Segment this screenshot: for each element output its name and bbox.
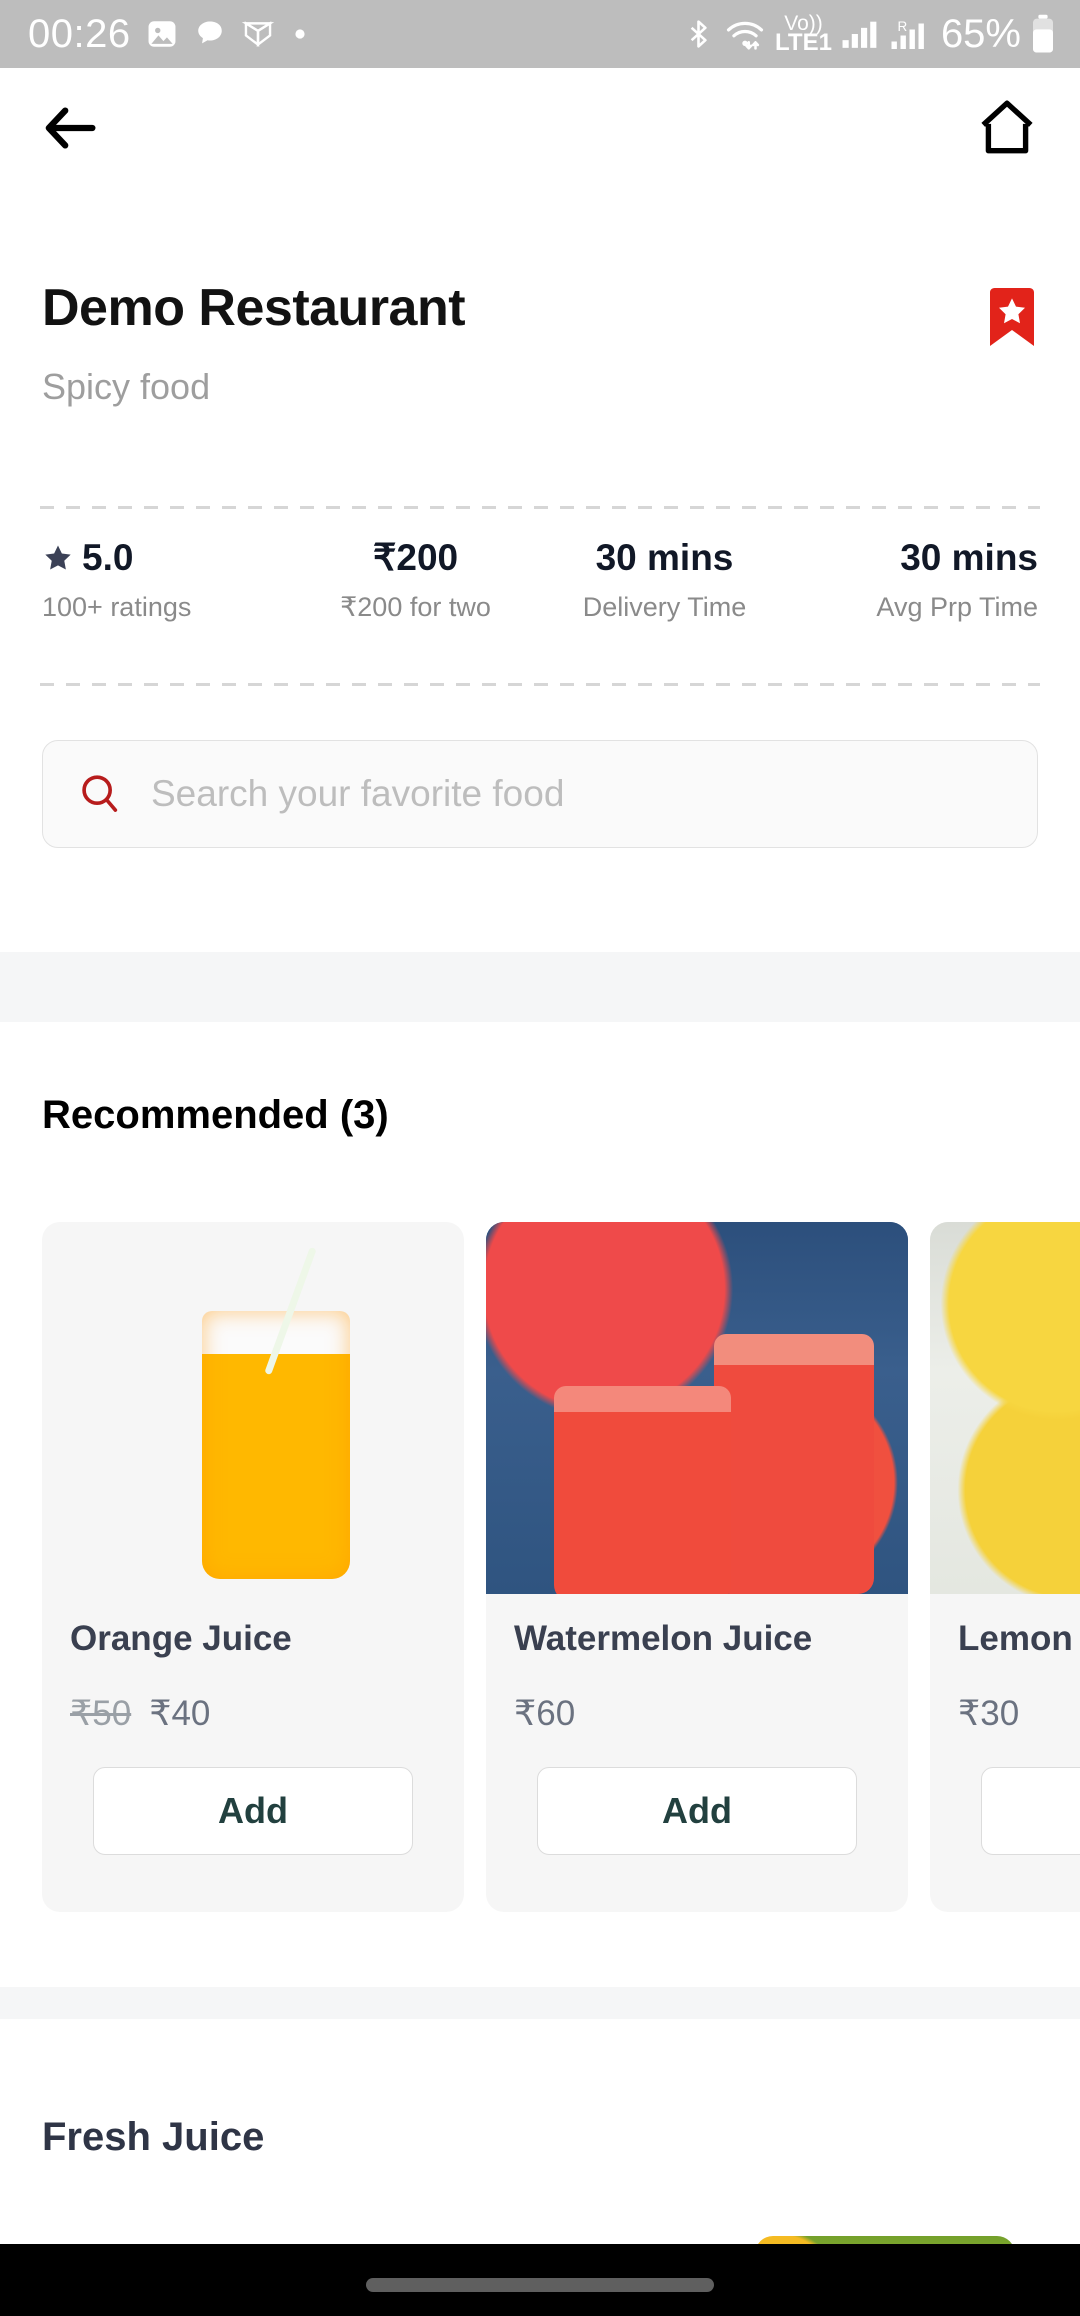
- battery-icon: [1030, 14, 1056, 54]
- product-price-row: ₹50 ₹40: [70, 1693, 436, 1734]
- system-navigation-bar: [0, 2244, 1080, 2316]
- section-divider-band-1: [0, 952, 1080, 1022]
- box-3d-icon: [241, 17, 275, 51]
- stat-cost-label: ₹200 for two: [340, 591, 491, 622]
- top-navigation: [0, 68, 1080, 188]
- add-to-cart-button[interactable]: Add: [93, 1767, 413, 1855]
- stat-prep-label: Avg Prp Time: [876, 591, 1038, 622]
- stat-prep-value: 30 mins: [900, 537, 1038, 578]
- add-to-cart-button[interactable]: Add: [537, 1767, 857, 1855]
- add-to-cart-button[interactable]: Add: [981, 1767, 1080, 1855]
- lemon-juice-photo: [930, 1222, 1080, 1594]
- recommended-section-title: Recommended (3): [42, 1093, 389, 1137]
- restaurant-subtitle: Spicy food: [42, 366, 211, 408]
- product-price-current: ₹40: [149, 1693, 211, 1733]
- divider-dashed-bottom: [40, 683, 1040, 686]
- stat-rating-value: 5.0: [82, 537, 134, 578]
- status-time: 00:26: [28, 12, 131, 56]
- product-card-body: Lemon Juice ₹30 Add: [930, 1594, 1080, 1912]
- product-card[interactable]: Orange Juice ₹50 ₹40 Add: [42, 1222, 464, 1912]
- product-name: Orange Juice: [70, 1619, 292, 1658]
- roaming-signal-icon: R: [890, 16, 932, 52]
- svg-text:R: R: [897, 19, 907, 34]
- title-text-group: Demo Restaurant Spicy food: [42, 279, 466, 408]
- restaurant-name: Demo Restaurant: [42, 279, 466, 337]
- status-bar-right: Vo)) LTE1 R 65%: [682, 12, 1056, 56]
- product-price-current: ₹30: [958, 1693, 1020, 1733]
- search-input[interactable]: Search your favorite food: [151, 773, 564, 815]
- battery-percent: 65%: [940, 12, 1021, 56]
- title-row: Demo Restaurant Spicy food: [42, 279, 1038, 408]
- orange-juice-photo: [42, 1222, 464, 1594]
- product-price-original: ₹50: [70, 1693, 132, 1733]
- stat-prep-time: 30 mins Avg Prp Time: [789, 537, 1038, 622]
- product-name: Lemon Juice: [958, 1619, 1080, 1658]
- search-icon: [77, 771, 123, 817]
- restaurant-stats: 5.0 100+ ratings ₹200 ₹200 for two 30 mi…: [0, 537, 1080, 622]
- home-icon[interactable]: [976, 99, 1038, 157]
- volte-icon: Vo)) LTE1: [775, 13, 832, 56]
- home-indicator[interactable]: [366, 2278, 714, 2292]
- product-card[interactable]: Watermelon Juice ₹60 Add: [486, 1222, 908, 1912]
- product-card-body: Watermelon Juice ₹60 Add: [486, 1594, 908, 1912]
- stat-delivery-time: 30 mins Delivery Time: [540, 537, 789, 622]
- bluetooth-icon: [682, 15, 715, 53]
- stat-delivery-label: Delivery Time: [582, 591, 747, 622]
- product-price-row: ₹30: [958, 1693, 1080, 1734]
- app-screen: 00:26 Vo)) LTE1 R 65% Demo Restaurant Sp…: [0, 0, 1080, 2316]
- restaurant-header: Demo Restaurant Spicy food: [0, 279, 1080, 408]
- stat-cost-value: ₹200: [372, 537, 459, 578]
- volte-bottom-label: LTE1: [775, 28, 832, 56]
- section-divider-band-2: [0, 1987, 1080, 2019]
- product-card-body: Orange Juice ₹50 ₹40 Add: [42, 1594, 464, 1912]
- status-bar: 00:26 Vo)) LTE1 R 65%: [0, 0, 1080, 68]
- fresh-juice-section-title: Fresh Juice: [42, 2115, 265, 2159]
- dot-icon: [289, 23, 311, 45]
- signal-bars-icon: [841, 17, 881, 51]
- stat-delivery-value: 30 mins: [595, 537, 734, 578]
- wifi-icon: [724, 15, 766, 53]
- recommended-product-rail[interactable]: Orange Juice ₹50 ₹40 Add Watermelon Juic…: [0, 1222, 1080, 1912]
- bookmark-star-icon[interactable]: [986, 286, 1038, 348]
- status-bar-left: 00:26: [28, 14, 682, 54]
- watermelon-juice-photo: [486, 1222, 908, 1594]
- product-price-current: ₹60: [514, 1693, 576, 1733]
- product-price-row: ₹60: [514, 1693, 880, 1734]
- divider-dashed-top: [40, 506, 1040, 509]
- stat-rating: 5.0 100+ ratings: [42, 537, 291, 622]
- chat-bubble-icon: [193, 17, 227, 51]
- product-name: Watermelon Juice: [514, 1619, 813, 1658]
- search-bar[interactable]: Search your favorite food: [42, 740, 1038, 848]
- star-icon: [42, 542, 74, 574]
- product-card[interactable]: Lemon Juice ₹30 Add: [930, 1222, 1080, 1912]
- stat-rating-value-row: 5.0: [42, 537, 134, 579]
- back-arrow-icon[interactable]: [42, 100, 104, 156]
- image-icon: [145, 17, 179, 51]
- stat-cost: ₹200 ₹200 for two: [291, 537, 540, 622]
- stat-rating-label: 100+ ratings: [42, 591, 192, 622]
